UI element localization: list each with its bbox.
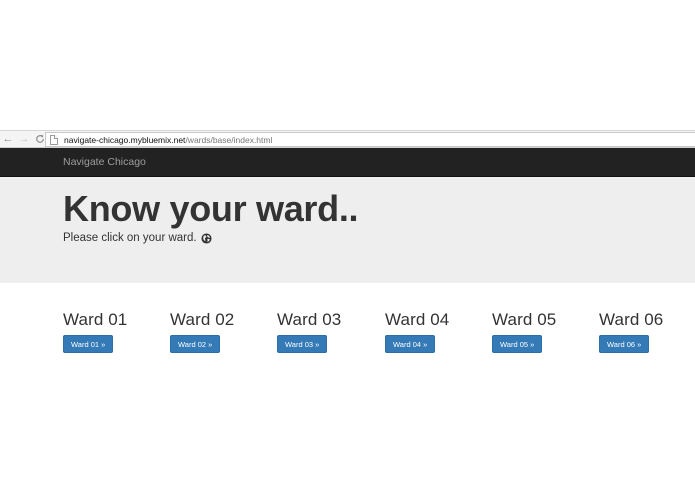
page-icon xyxy=(50,134,58,145)
ward-01-button[interactable]: Ward 01 » xyxy=(63,335,114,353)
ward-title: Ward 02 xyxy=(170,310,235,329)
lead-text-row: Please click on your ward. xyxy=(63,232,695,244)
address-bar[interactable]: navigate-chicago.mybluemix.net/wards/bas… xyxy=(45,132,695,147)
ward-card: Ward 04 Ward 04 » xyxy=(385,310,485,353)
jumbotron: Know your ward.. Please click on your wa… xyxy=(0,177,695,283)
url-host: navigate-chicago.mybluemix.net xyxy=(64,134,186,145)
ward-02-button[interactable]: Ward 02 » xyxy=(170,335,221,353)
ward-06-button[interactable]: Ward 06 » xyxy=(599,335,650,353)
blank-area xyxy=(0,0,695,130)
ward-03-button[interactable]: Ward 03 » xyxy=(277,335,328,353)
ward-05-button[interactable]: Ward 05 » xyxy=(492,335,543,353)
ward-card: Ward 06 Ward 06 » xyxy=(599,310,695,353)
page-title: Know your ward.. xyxy=(63,188,359,229)
back-button[interactable]: ← xyxy=(0,131,16,147)
back-arrow-icon: ← xyxy=(2,133,14,145)
ward-card: Ward 01 Ward 01 » xyxy=(63,310,163,353)
url-text: navigate-chicago.mybluemix.net/wards/bas… xyxy=(64,135,272,145)
lead-text: Please click on your ward. xyxy=(63,232,197,244)
ward-title: Ward 03 xyxy=(277,310,342,329)
ward-04-button[interactable]: Ward 04 » xyxy=(385,335,436,353)
navbar-brand[interactable]: Navigate Chicago xyxy=(63,156,146,168)
wards-row: Ward 01 Ward 01 » Ward 02 Ward 02 » Ward… xyxy=(0,310,695,390)
forward-arrow-icon: → xyxy=(18,133,30,145)
ward-title: Ward 06 xyxy=(599,310,664,329)
url-path: /wards/base/index.html xyxy=(185,134,273,145)
ward-card: Ward 03 Ward 03 » xyxy=(277,310,377,353)
forward-button[interactable]: → xyxy=(16,131,32,147)
globe-icon xyxy=(201,232,212,244)
browser-toolbar: ← → navigate-chicago.mybluemix.net/wards… xyxy=(0,130,695,148)
reload-icon xyxy=(36,134,44,143)
ward-title: Ward 05 xyxy=(492,310,557,329)
ward-card: Ward 02 Ward 02 » xyxy=(170,310,270,353)
ward-title: Ward 01 xyxy=(63,310,128,329)
top-navbar: Navigate Chicago xyxy=(0,148,695,177)
ward-card: Ward 05 Ward 05 » xyxy=(492,310,592,353)
ward-title: Ward 04 xyxy=(385,310,450,329)
